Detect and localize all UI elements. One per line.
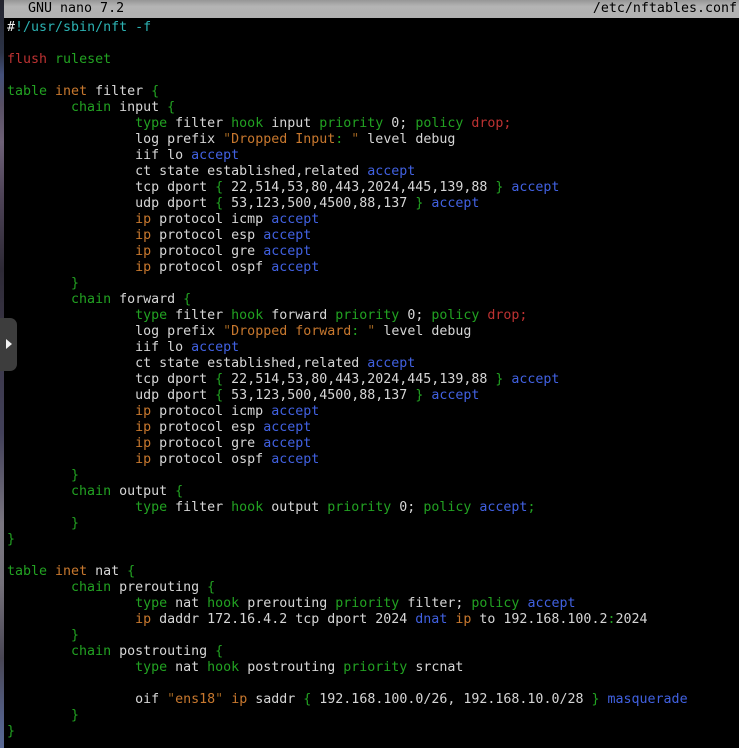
code-line: udp dport { 53,123,500,4500,88,137 } acc…	[7, 196, 739, 212]
code-line: }	[7, 468, 739, 484]
nano-titlebar: GNU nano 7.2 /etc/nftables.conf	[4, 0, 739, 18]
code-line: ip protocol esp accept	[7, 228, 739, 244]
code-line	[7, 68, 739, 84]
code-line: ip protocol ospf accept	[7, 260, 739, 276]
code-line	[7, 548, 739, 564]
code-line: ct state established,related accept	[7, 164, 739, 180]
code-line: chain forward {	[7, 292, 739, 308]
code-line: ip protocol icmp accept	[7, 212, 739, 228]
app-version-label: GNU nano 7.2	[12, 0, 124, 18]
code-line: oif "ens18" ip saddr { 192.168.100.0/26,…	[7, 692, 739, 708]
terminal-window: GNU nano 7.2 /etc/nftables.conf #!/usr/s…	[0, 0, 739, 748]
code-line: ip protocol icmp accept	[7, 404, 739, 420]
code-line: ip protocol ospf accept	[7, 452, 739, 468]
code-line: ip protocol gre accept	[7, 436, 739, 452]
code-line: chain input {	[7, 100, 739, 116]
code-line: chain prerouting {	[7, 580, 739, 596]
code-line: log prefix "Dropped Input: " level debug	[7, 132, 739, 148]
code-line: }	[7, 516, 739, 532]
code-line	[7, 676, 739, 692]
code-line: table inet nat {	[7, 564, 739, 580]
code-line: iif lo accept	[7, 340, 739, 356]
code-line: type nat hook prerouting priority filter…	[7, 596, 739, 612]
code-line: ip daddr 172.16.4.2 tcp dport 2024 dnat …	[7, 612, 739, 628]
code-line: tcp dport { 22,514,53,80,443,2024,445,13…	[7, 180, 739, 196]
code-line: }	[7, 276, 739, 292]
code-line: }	[7, 628, 739, 644]
side-panel-tab[interactable]	[0, 318, 17, 371]
code-line: type nat hook postrouting priority srcna…	[7, 660, 739, 676]
code-line: flush ruleset	[7, 52, 739, 68]
code-line: log prefix "Dropped forward: " level deb…	[7, 324, 739, 340]
code-line: ct state established,related accept	[7, 356, 739, 372]
code-line: chain postrouting {	[7, 644, 739, 660]
code-line: }	[7, 724, 739, 740]
code-line: }	[7, 708, 739, 724]
code-line: type filter hook input priority 0; polic…	[7, 116, 739, 132]
code-line: iif lo accept	[7, 148, 739, 164]
filename-label: /etc/nftables.conf	[593, 0, 737, 18]
desktop-edge	[0, 0, 4, 748]
code-line: tcp dport { 22,514,53,80,443,2024,445,13…	[7, 372, 739, 388]
expand-arrow-icon	[6, 339, 12, 349]
editor-content[interactable]: #!/usr/sbin/nft -f flush ruleset table ine…	[0, 20, 739, 748]
code-line: udp dport { 53,123,500,4500,88,137 } acc…	[7, 388, 739, 404]
code-line: type filter hook output priority 0; poli…	[7, 500, 739, 516]
code-line: ip protocol gre accept	[7, 244, 739, 260]
code-line	[7, 36, 739, 52]
code-line: type filter hook forward priority 0; pol…	[7, 308, 739, 324]
code-line: chain output {	[7, 484, 739, 500]
code-line: table inet filter {	[7, 84, 739, 100]
code-line: }	[7, 532, 739, 548]
code-line: #!/usr/sbin/nft -f	[7, 20, 739, 36]
code-line: ip protocol esp accept	[7, 420, 739, 436]
